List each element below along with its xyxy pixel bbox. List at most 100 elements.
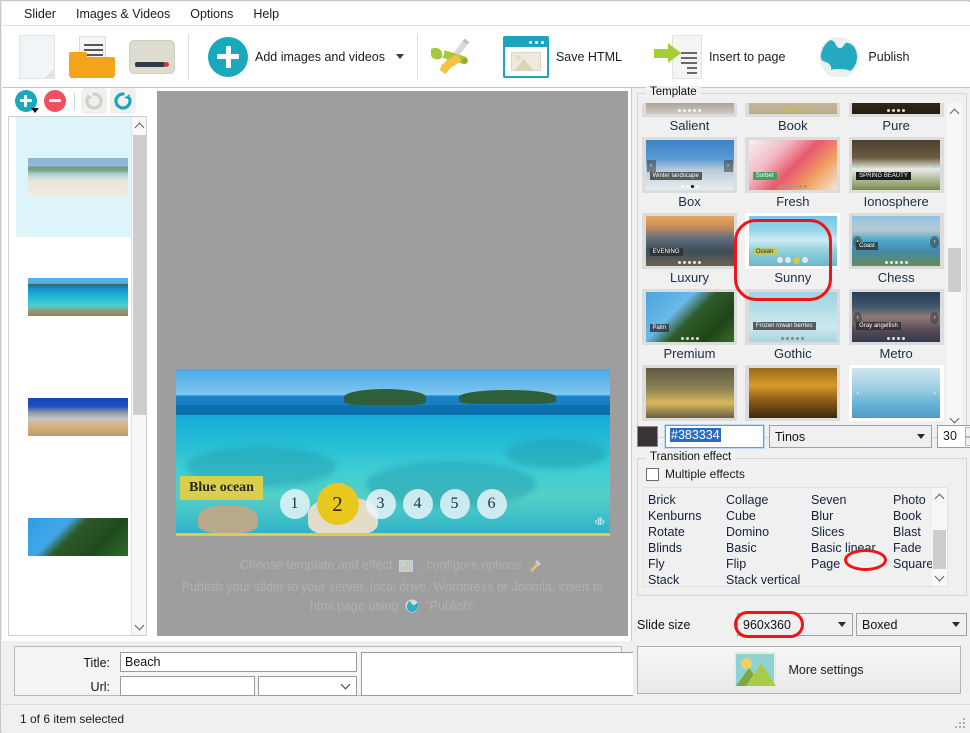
scroll-up-button[interactable] <box>132 117 146 134</box>
scrollbar-thumb[interactable] <box>933 530 946 572</box>
template-item-row5-a[interactable] <box>642 365 737 426</box>
effect-basic-linear[interactable]: Basic linear <box>811 540 893 556</box>
insert-to-page-button[interactable]: Insert to page <box>647 30 792 84</box>
template-item-premium[interactable]: Palm Premium <box>642 289 737 365</box>
effect-slices[interactable]: Slices <box>811 524 893 540</box>
save-project-button[interactable] <box>122 30 182 84</box>
list-item[interactable] <box>16 117 139 237</box>
thumbnail-scrollbar[interactable] <box>131 117 146 635</box>
effect-blinds[interactable]: Blinds <box>648 540 726 556</box>
url-target-dropdown-button[interactable] <box>336 677 354 695</box>
resize-grip[interactable] <box>953 716 965 728</box>
font-size-decrease-button[interactable] <box>965 436 970 446</box>
chevron-down-icon[interactable] <box>395 54 404 59</box>
slide-size-combobox[interactable]: 960x360 <box>737 613 853 636</box>
transition-effect-list[interactable]: Brick Collage Seven Photo Kenburns Cube … <box>643 487 948 587</box>
effect-seven[interactable]: Seven <box>811 492 893 508</box>
effect-brick[interactable]: Brick <box>648 492 726 508</box>
url-target-combobox[interactable] <box>258 676 357 696</box>
remove-slide-button[interactable] <box>42 88 68 114</box>
add-slide-dropdown-icon[interactable] <box>31 108 39 113</box>
menu-item-options[interactable]: Options <box>180 4 243 24</box>
new-project-button[interactable] <box>12 30 62 84</box>
template-item-row5-b[interactable] <box>745 365 841 426</box>
slider-preview-pane[interactable]: Blue ocean 1 2 3 4 5 6 ‹II› Choose templ… <box>157 91 628 636</box>
scroll-down-button[interactable] <box>132 618 146 635</box>
font-family-combobox[interactable]: Tinos <box>769 425 932 448</box>
effect-kenburns[interactable]: Kenburns <box>648 508 726 524</box>
rotate-left-button[interactable] <box>81 88 107 114</box>
rotate-right-button[interactable] <box>110 88 136 114</box>
template-item-salient[interactable]: Salient <box>642 103 737 137</box>
text-color-input[interactable]: #383334 <box>664 424 765 449</box>
list-item[interactable] <box>16 477 139 597</box>
scroll-down-button[interactable] <box>932 569 947 586</box>
multiple-effects-checkbox-row[interactable]: Multiple effects <box>646 467 745 481</box>
template-scroll-area[interactable]: Salient Book GIVE A TRY Pure <box>642 103 944 428</box>
template-item-chess[interactable]: ‹ › Coast Chess <box>848 213 944 289</box>
effect-stack-vertical[interactable]: Stack vertical <box>726 572 811 586</box>
list-item[interactable] <box>16 237 139 357</box>
font-dropdown-button[interactable] <box>911 426 931 447</box>
effect-list-scrollbar[interactable] <box>932 488 947 586</box>
template-item-pure[interactable]: GIVE A TRY Pure <box>848 103 944 137</box>
effect-flip[interactable]: Flip <box>726 556 811 572</box>
menu-item-slider[interactable]: Slider <box>14 4 66 24</box>
pagination-bullet-6[interactable]: 6 <box>476 489 507 519</box>
scroll-up-button[interactable] <box>932 488 947 505</box>
template-item-luxury[interactable]: EVENING Luxury <box>642 213 737 289</box>
template-item-box[interactable]: ‹ › Winter landscape Box <box>642 137 737 213</box>
menu-item-images-videos[interactable]: Images & Videos <box>66 4 180 24</box>
multiple-effects-checkbox[interactable] <box>646 467 659 481</box>
more-settings-button[interactable]: More settings <box>637 646 961 694</box>
url-input[interactable] <box>120 676 255 696</box>
pagination-bullet-2[interactable]: 2 <box>316 483 359 525</box>
template-item-gothic[interactable]: Frozen rowan berries Gothic <box>745 289 841 365</box>
template-caption: Winter landscape <box>649 172 702 180</box>
slide-thumbnail-list[interactable] <box>8 116 147 636</box>
open-project-button[interactable] <box>62 30 122 84</box>
template-item-row5-c[interactable]: ‹ › <box>848 365 944 426</box>
pagination-bullet-1[interactable]: 1 <box>279 489 310 519</box>
effect-rotate[interactable]: Rotate <box>648 524 726 540</box>
text-color-swatch[interactable] <box>637 426 658 447</box>
effect-collage[interactable]: Collage <box>726 492 811 508</box>
scrollbar-thumb[interactable] <box>133 135 146 415</box>
menu-item-help[interactable]: Help <box>243 4 289 24</box>
template-item-book[interactable]: Book <box>745 103 841 137</box>
pagination-bullet-5[interactable]: 5 <box>439 489 470 519</box>
slide-pagination[interactable]: 1 2 3 4 5 6 <box>176 483 610 525</box>
pagination-bullet-3[interactable]: 3 <box>365 489 396 519</box>
template-label: Box <box>678 194 701 209</box>
scrollbar-thumb[interactable] <box>948 248 961 292</box>
slide-size-dropdown-button[interactable] <box>832 614 852 635</box>
effect-basic[interactable]: Basic <box>726 540 811 556</box>
effect-blur[interactable]: Blur <box>811 508 893 524</box>
slide-layout-combobox[interactable]: Boxed <box>856 613 967 636</box>
publish-button[interactable]: Publish <box>810 30 916 84</box>
effect-fly[interactable]: Fly <box>648 556 726 572</box>
effect-stack[interactable]: Stack <box>648 572 726 586</box>
template-item-sunny[interactable]: Ocean Sunny <box>745 213 841 289</box>
slide-layout-dropdown-button[interactable] <box>946 614 966 635</box>
template-item-metro[interactable]: ‹ › Gray angelfish Metro <box>848 289 944 365</box>
effect-cube[interactable]: Cube <box>726 508 811 524</box>
template-item-ionosphere[interactable]: ‹ › SPRING BEAUTY Ionosphere <box>848 137 944 213</box>
save-html-button[interactable]: Save HTML <box>496 30 629 84</box>
chevron-up-icon <box>934 493 945 503</box>
list-item[interactable] <box>16 357 139 477</box>
add-slide-button[interactable] <box>13 88 39 114</box>
description-textarea[interactable] <box>361 652 635 696</box>
font-size-increase-button[interactable] <box>965 427 970 437</box>
effect-page[interactable]: Page <box>811 556 893 572</box>
scroll-up-button[interactable] <box>947 103 962 120</box>
title-input[interactable]: Beach <box>120 652 357 672</box>
template-scrollbar[interactable] <box>947 103 962 428</box>
template-item-fresh[interactable]: Sorbet Fresh <box>745 137 841 213</box>
add-images-and-videos-button[interactable]: Add images and videos <box>201 30 411 84</box>
slide-play-controls[interactable]: ‹II› <box>595 516 606 528</box>
font-size-stepper[interactable]: 30 <box>937 425 970 448</box>
pagination-bullet-4[interactable]: 4 <box>402 489 433 519</box>
tools-button[interactable] <box>424 30 484 84</box>
effect-domino[interactable]: Domino <box>726 524 811 540</box>
